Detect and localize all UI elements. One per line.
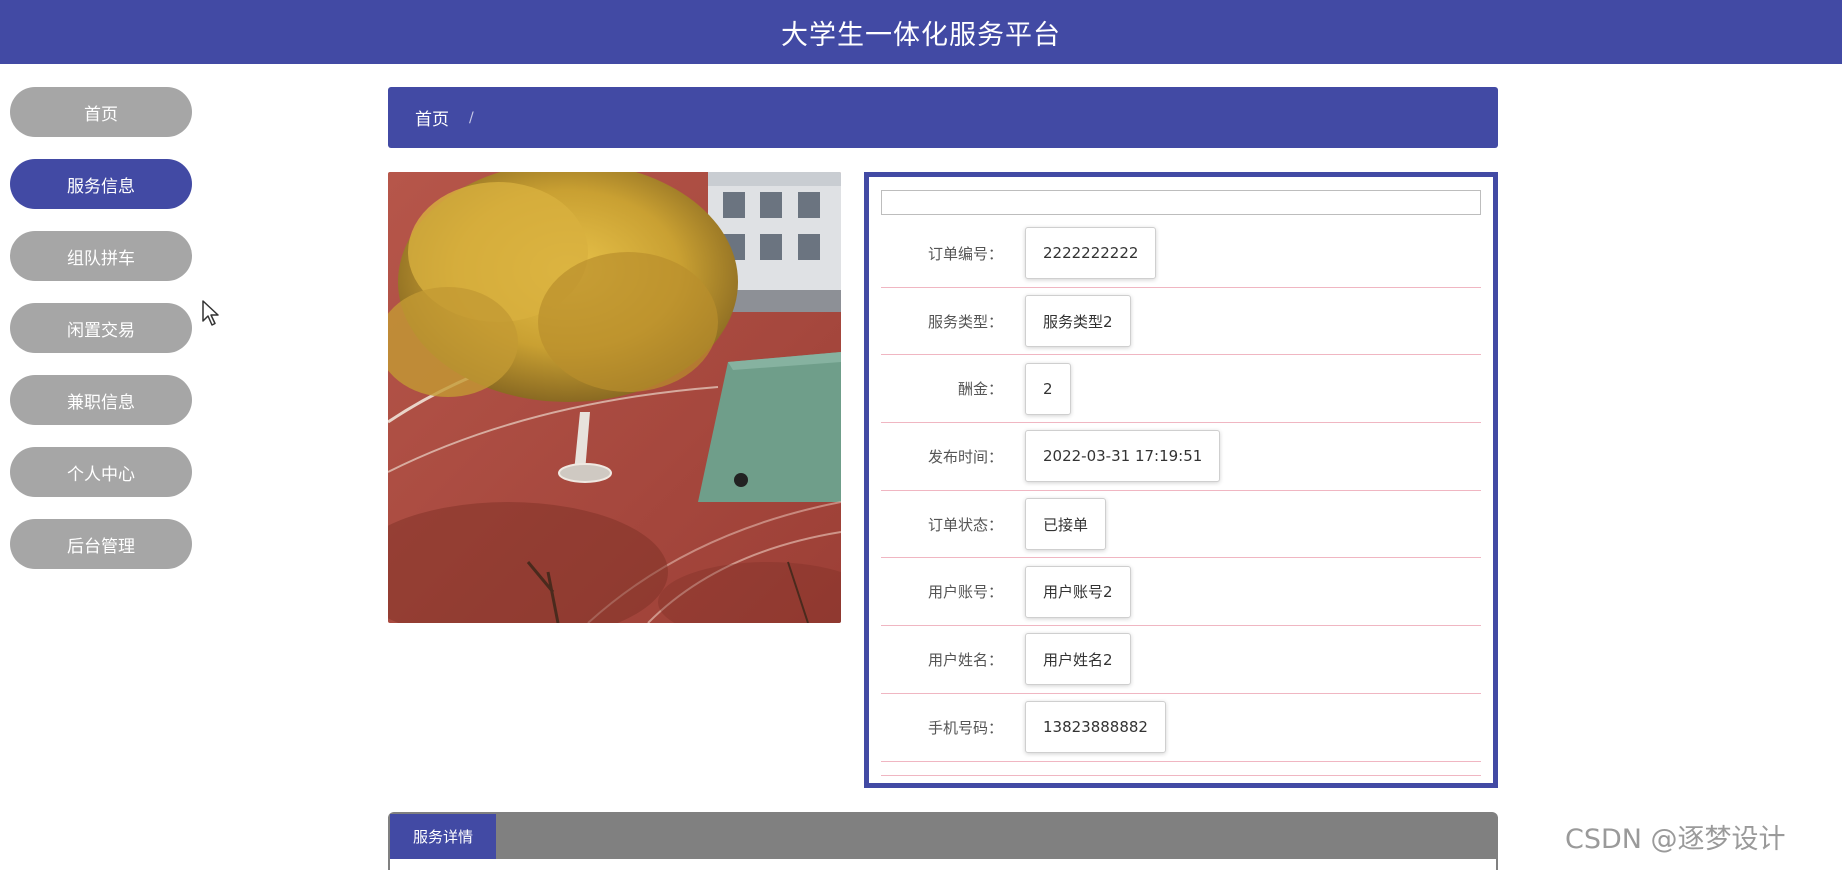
field-value: 2022-03-31 17:19:51	[1025, 430, 1221, 483]
sidebar-item-label: 服务信息	[67, 176, 135, 197]
field-label: 手机号码：	[927, 718, 1003, 737]
field-value: 13823888882	[1025, 701, 1166, 754]
field-value: 已接单	[1025, 498, 1107, 551]
field-publish-time: 发布时间： 2022-03-31 17:19:51	[881, 423, 1481, 491]
field-phone: 手机号码： 13823888882	[881, 694, 1481, 762]
field-label: 服务类型：	[927, 312, 1003, 331]
watermark: CSDN @逐梦设计	[1565, 824, 1786, 855]
service-detail-panel: 订单编号： 2222222222 服务类型： 服务类型2 酬金： 2 发布时间：…	[864, 172, 1498, 788]
detail-fields: 订单编号： 2222222222 服务类型： 服务类型2 酬金： 2 发布时间：…	[881, 220, 1481, 776]
sidebar-item-secondhand[interactable]: 闲置交易	[10, 303, 192, 353]
sidebar-item-label: 闲置交易	[67, 320, 135, 341]
site-title: 大学生一体化服务平台	[781, 19, 1061, 51]
sidebar-item-carpool[interactable]: 组队拼车	[10, 231, 192, 281]
sidebar-item-home[interactable]: 首页	[10, 87, 192, 137]
sidebar-item-profile[interactable]: 个人中心	[10, 447, 192, 497]
site-header: 大学生一体化服务平台	[0, 0, 1842, 64]
campus-photo	[388, 172, 841, 623]
field-order-number: 订单编号： 2222222222	[881, 220, 1481, 288]
field-divider	[881, 762, 1481, 776]
breadcrumb-home-link[interactable]: 首页	[415, 105, 449, 130]
field-service-type: 服务类型： 服务类型2	[881, 288, 1481, 356]
field-label: 订单状态：	[927, 515, 1003, 534]
field-label: 用户账号：	[927, 583, 1003, 602]
breadcrumb-separator: /	[469, 109, 474, 126]
detail-tabs: 服务详情	[388, 812, 1498, 870]
sidebar-nav: 首页 服务信息 组队拼车 闲置交易 兼职信息 个人中心 后台管理	[10, 87, 192, 591]
field-label: 订单编号：	[927, 244, 1003, 263]
field-reward: 酬金： 2	[881, 355, 1481, 424]
field-value: 用户账号2	[1025, 565, 1131, 618]
breadcrumb: 首页 /	[388, 87, 1498, 148]
field-label: 酬金：	[957, 380, 1003, 399]
field-value: 2222222222	[1025, 227, 1157, 280]
field-label: 发布时间：	[927, 447, 1003, 466]
sidebar-item-parttime[interactable]: 兼职信息	[10, 375, 192, 425]
detail-title-field	[881, 190, 1481, 215]
mouse-cursor-icon	[202, 300, 219, 326]
field-order-status: 订单状态： 已接单	[881, 491, 1481, 559]
field-value: 服务类型2	[1025, 295, 1131, 348]
sidebar-item-label: 个人中心	[67, 464, 135, 485]
sidebar-item-label: 兼职信息	[67, 392, 135, 413]
field-value: 2	[1025, 362, 1071, 415]
field-value: 用户姓名2	[1025, 633, 1131, 686]
field-label: 用户姓名：	[927, 650, 1003, 669]
field-user-account: 用户账号： 用户账号2	[881, 558, 1481, 627]
sidebar-item-service-info[interactable]: 服务信息	[10, 159, 192, 209]
sidebar-item-label: 首页	[84, 104, 118, 125]
tab-service-details[interactable]: 服务详情	[390, 814, 496, 859]
field-user-name: 用户姓名： 用户姓名2	[881, 626, 1481, 694]
sidebar-item-label: 后台管理	[67, 536, 135, 557]
sidebar-item-label: 组队拼车	[67, 248, 135, 269]
service-image	[388, 172, 841, 623]
tab-content-area	[388, 859, 1498, 870]
sidebar-item-admin[interactable]: 后台管理	[10, 519, 192, 569]
